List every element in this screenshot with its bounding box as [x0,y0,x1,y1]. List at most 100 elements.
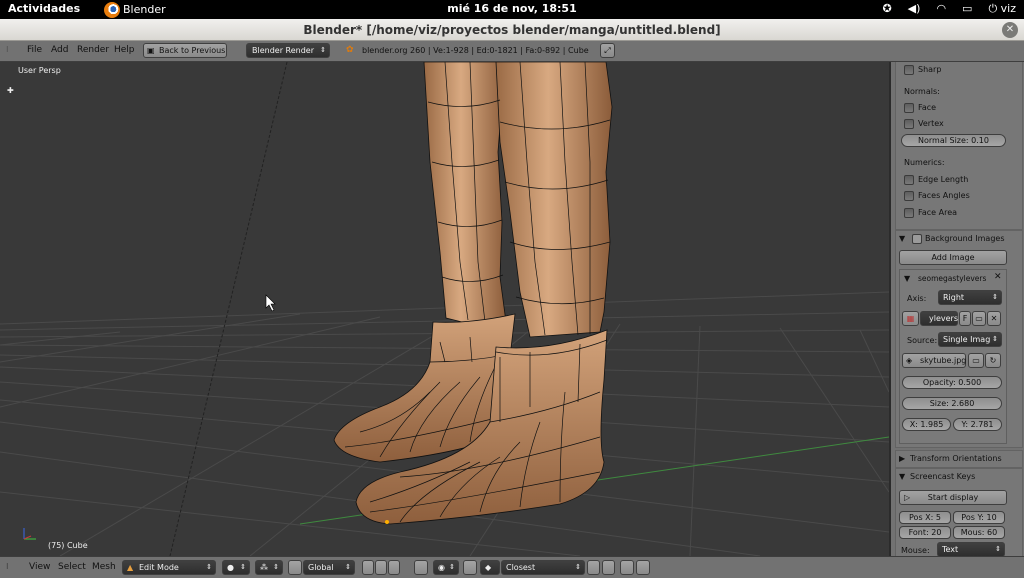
3d-viewport[interactable]: User Persp ✚ (75) Cube [0,62,889,556]
object-info-label: (75) Cube [48,541,88,550]
pos-y-field[interactable]: Pos Y: 10 [953,511,1005,524]
menu-mesh[interactable]: Mesh [92,562,116,572]
normal-size-field[interactable]: Normal Size: 0.10 [901,134,1006,147]
volume-icon[interactable]: ◀) [908,2,921,16]
edge-length-label: Edge Length [918,175,969,184]
snap-element-select[interactable]: ◆ [480,560,500,575]
face-normals-checkbox[interactable] [904,103,914,113]
menu-select[interactable]: Select [58,562,86,572]
transform-orientations-section[interactable]: ▶ Transform Orientations [895,450,1023,468]
axis-select[interactable]: Right ⇕ [938,290,1002,305]
editor-type-icon[interactable]: ⁝ [6,45,9,54]
pivot-icon: ⁂ [260,563,268,572]
y-offset-field[interactable]: Y: 2.781 [953,418,1002,431]
cube-mesh[interactable] [333,62,613,525]
vertex-select-mode-icon[interactable] [362,560,374,575]
edge-select-mode-icon[interactable] [375,560,387,575]
face-label: Face [918,103,937,112]
battery-icon[interactable]: ▭ [962,2,972,16]
snap-toggle-icon[interactable] [463,560,477,575]
accessibility-icon[interactable]: ✪ [882,2,891,16]
menu-view[interactable]: View [29,562,50,572]
normals-heading: Normals: [904,87,940,96]
mode-select[interactable]: ▲ Edit Mode ⇕ [122,560,216,575]
proportional-edit-select[interactable]: ◉ ⇕ [433,560,459,575]
app-name: Blender [123,3,166,16]
size-field[interactable]: Size: 2.680 [902,397,1002,410]
collapse-triangle-icon[interactable]: ▼ [899,234,905,243]
reload-icon[interactable]: ↻ [985,353,1001,368]
pivot-point-select[interactable]: ⁂ ⇕ [255,560,283,575]
sharp-label: Sharp [918,65,942,74]
face-select-mode-icon[interactable] [388,560,400,575]
transform-orientation-select[interactable]: Global ⇕ [303,560,355,575]
app-menu[interactable]: Blender [104,1,166,18]
window-title: Blender* [/home/viz/proyectos blender/ma… [303,23,721,37]
mouse-label: Mouse: [901,546,930,555]
collapse-triangle-icon[interactable]: ▼ [899,472,905,481]
edge-length-checkbox[interactable] [904,175,914,185]
fake-user-button[interactable]: F [959,311,971,326]
viewport-scene [0,62,889,556]
snap-icon: ◆ [485,563,492,572]
font-size-field[interactable]: Font: 20 [899,526,951,539]
snap-project-icon[interactable] [602,560,615,575]
network-icon[interactable]: ◠ [936,2,946,16]
render-still-icon[interactable] [620,560,634,575]
scene-stats: blender.org 260 | Ve:1-928 | Ed:0-1821 |… [362,46,589,55]
mouse-mode-select[interactable]: Text ⇕ [937,542,1005,556]
selected-vertex[interactable] [385,520,389,524]
activities-button[interactable]: Actividades [8,2,80,15]
tool-shelf-toggle-icon[interactable]: ✚ [7,86,14,95]
remove-image-icon[interactable]: ✕ [994,272,1002,282]
file-open-icon[interactable]: ▭ [968,353,984,368]
background-images-title: Background Images [925,234,1005,243]
item-collapse-icon[interactable]: ▼ [904,274,910,283]
menu-help[interactable]: Help [114,45,135,55]
background-images-checkbox[interactable] [912,234,922,244]
menu-file[interactable]: File [27,45,42,55]
blender-small-icon: ✿ [346,45,354,55]
3d-view-header: ⁝ View Select Mesh ▲ Edit Mode ⇕ ● ⇕ ⁂ ⇕ G… [0,556,1024,578]
snap-target-select[interactable]: Closest ⇕ [501,560,585,575]
system-top-bar: Actividades Blender mié 16 de nov, 18:51… [0,0,1024,19]
image-file-field[interactable]: ◈ skytube.jpg [902,353,966,368]
unlink-icon[interactable]: ✕ [987,311,1001,326]
blender-logo-icon [104,1,120,18]
image-datablock-field[interactable]: ylevers [920,311,958,326]
editor-type-icon[interactable]: ⁝ [6,562,9,571]
menu-render[interactable]: Render [77,45,109,55]
solid-shading-icon: ● [227,563,234,572]
source-select[interactable]: Single Imag ⇕ [938,332,1002,347]
mouse-size-field[interactable]: Mous: 60 [953,526,1005,539]
opacity-field[interactable]: Opacity: 0.500 [902,376,1002,389]
back-to-previous-button[interactable]: ▣ Back to Previous [143,43,227,58]
numerics-heading: Numerics: [904,158,945,167]
x-offset-field[interactable]: X: 1.985 [902,418,951,431]
sharp-checkbox[interactable] [904,65,914,75]
image-browse-icon[interactable]: ▦ [902,311,919,326]
mouse-cursor-icon [265,294,276,312]
menu-add[interactable]: Add [51,45,68,55]
user-menu[interactable]: ⏻ viz [988,2,1016,16]
vertex-label: Vertex [918,119,944,128]
fullscreen-button[interactable]: ⤢ [600,43,615,58]
render-animation-icon[interactable] [636,560,650,575]
vertex-normals-checkbox[interactable] [904,119,914,129]
snap-align-icon[interactable] [587,560,600,575]
faces-angles-checkbox[interactable] [904,191,914,201]
render-engine-select[interactable]: Blender Render ⇕ [246,43,330,58]
manipulator-toggle-icon[interactable] [288,560,302,575]
open-folder-icon[interactable]: ▭ [972,311,986,326]
camera-guide-line [169,62,288,556]
add-image-button[interactable]: Add Image [899,250,1007,265]
close-window-button[interactable]: ✕ [1002,22,1018,38]
limit-selection-icon[interactable] [414,560,428,575]
pos-x-field[interactable]: Pos X: 5 [899,511,951,524]
viewport-shading-select[interactable]: ● ⇕ [222,560,250,575]
start-display-button[interactable]: ▷ Start display [899,490,1007,505]
background-image-item: ▼ seomegastylevers ✕ Axis: Right ⇕ ▦ ylev… [899,269,1007,444]
info-header: ⁝ File Add Render Help ▣ Back to Previou… [0,41,1024,62]
transform-orientations-title: Transform Orientations [910,454,1002,463]
face-area-checkbox[interactable] [904,208,914,218]
